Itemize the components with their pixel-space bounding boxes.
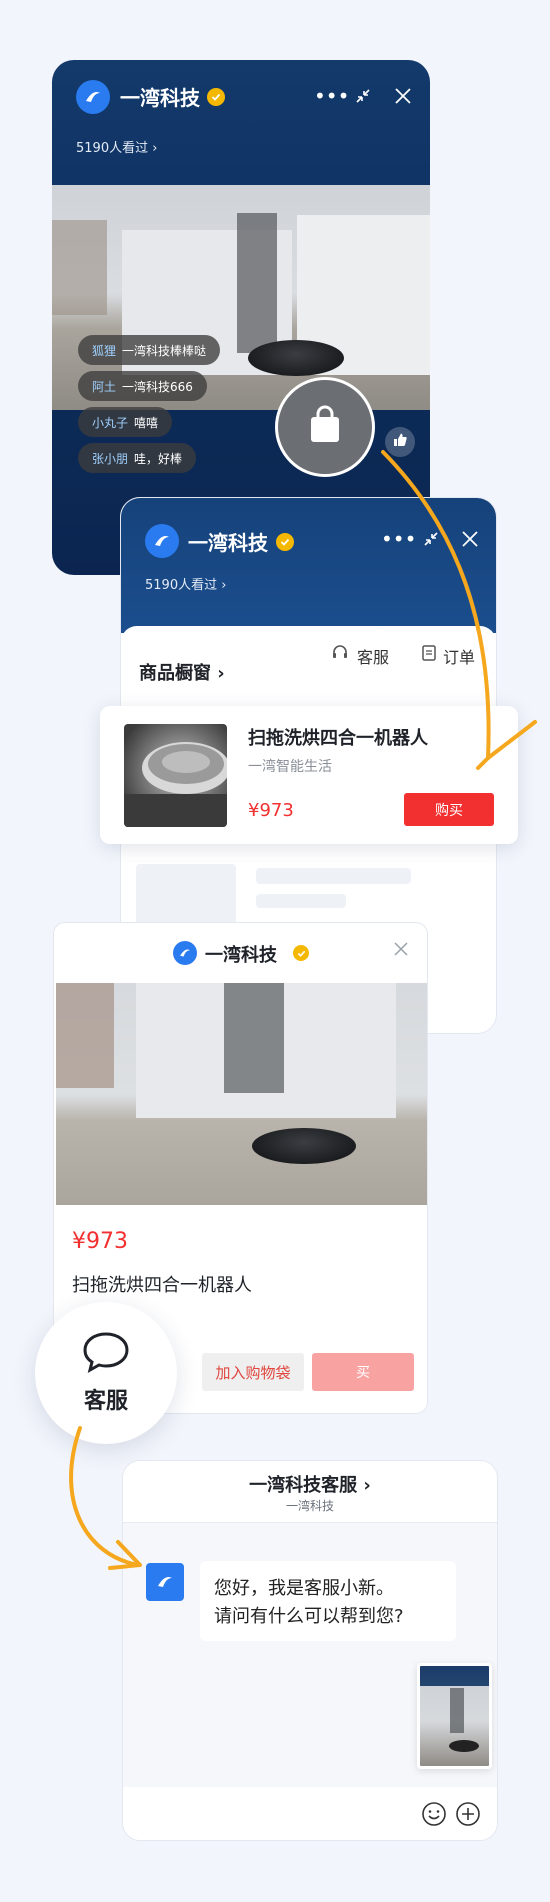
live-comment: 张小朋 哇，好棒 [78,443,197,473]
emoji-icon[interactable] [421,1801,447,1831]
brand-name[interactable]: 一湾科技 [120,82,200,111]
detail-price: ¥973 [72,1229,128,1254]
orders-link[interactable]: 订单 [443,644,475,668]
ellipsis-icon[interactable]: ••• [314,86,349,106]
close-icon[interactable] [460,529,480,552]
viewer-count[interactable]: 5190人看过 › [145,574,226,593]
close-icon[interactable] [393,86,413,109]
comment-text: 哇，好棒 [134,451,183,466]
close-icon[interactable] [393,941,409,961]
live-comment: 狐狸 一湾科技棒棒哒 [78,335,221,365]
robot-vacuum [252,1128,356,1164]
shopping-bag-button[interactable] [275,377,375,477]
shelf [224,983,284,1093]
chair [56,983,114,1088]
live-comment: 小丸子 嘻嘻 [78,407,173,437]
product-price: ¥973 [248,800,294,821]
comment-text: 嘻嘻 [134,415,159,430]
placeholder-line [256,868,411,884]
customer-service-link[interactable]: 客服 [357,644,389,668]
comment-nick: 阿土 [92,379,117,394]
shelf [237,213,277,353]
verified-icon [207,88,225,106]
buy-now-button[interactable]: 买 [312,1353,414,1391]
speech-bubble-icon [82,1331,130,1377]
verified-icon [276,533,294,551]
chat-input-bar[interactable] [123,1787,497,1840]
shared-video-thumbnail[interactable] [417,1663,492,1769]
ellipsis-icon[interactable]: ••• [381,529,416,549]
agent-message: 您好，我是客服小新。 请问有什么可以帮到您? [200,1561,456,1641]
comment-nick: 狐狸 [92,343,117,358]
agent-avatar [146,1563,184,1601]
like-button[interactable] [385,427,415,457]
chat-header: 一湾科技客服 › 一湾科技 [123,1461,497,1523]
plus-icon[interactable] [455,1801,481,1831]
detail-product-name: 扫拖洗烘四合一机器人 [72,1275,252,1296]
verified-icon [293,945,309,961]
brand-logo-icon [173,941,197,965]
comment-text: 一湾科技666 [122,379,193,394]
minimize-icon[interactable] [353,86,373,109]
shop-live-header: 一湾科技 5190人看过 › ••• [121,498,496,633]
viewer-count[interactable]: 5190人看过 › [76,137,157,156]
shop-name[interactable]: 一湾科技 [205,941,277,967]
live-header: 一湾科技 5190人看过 › ••• [52,60,430,185]
product-thumbnail[interactable] [124,724,227,827]
comment-text: 一湾科技棒棒哒 [122,343,207,358]
shop-window-title[interactable]: 商品橱窗 › [139,659,225,685]
robot-vacuum [248,340,344,376]
comment-nick: 小丸子 [92,415,129,430]
clipboard-icon [421,644,437,666]
customer-service-label: 客服 [83,1389,128,1414]
minimize-icon[interactable] [421,529,441,552]
chat-subtitle: 一湾科技 [285,1499,334,1513]
product-name[interactable]: 扫拖洗烘四合一机器人 [248,724,428,750]
live-comment: 阿土 一湾科技666 [78,371,207,401]
product-image[interactable] [56,983,427,1205]
placeholder-line [256,894,346,908]
chair [52,220,107,315]
brand-name[interactable]: 一湾科技 [188,527,268,556]
headset-icon [331,644,349,666]
shopping-bag-icon [307,405,343,449]
buy-button[interactable]: 购买 [404,793,494,826]
seller-name: 一湾智能生活 [248,759,332,775]
service-chat-card: 一湾科技客服 › 一湾科技 您好，我是客服小新。 请问有什么可以帮到您? [122,1460,498,1841]
message-line: 请问有什么可以帮到您? [214,1606,404,1627]
brand-logo-icon[interactable] [76,80,110,114]
product-card[interactable]: 扫拖洗烘四合一机器人 一湾智能生活 ¥973 购买 [100,706,518,844]
thumbs-up-icon [392,432,408,452]
customer-service-bubble[interactable]: 客服 [35,1302,177,1444]
add-to-cart-button[interactable]: 加入购物袋 [202,1353,304,1391]
chat-title[interactable]: 一湾科技客服 › [123,1471,497,1497]
comment-nick: 张小朋 [92,451,129,466]
brand-logo-icon[interactable] [145,524,179,558]
message-line: 您好，我是客服小新。 [214,1578,394,1599]
